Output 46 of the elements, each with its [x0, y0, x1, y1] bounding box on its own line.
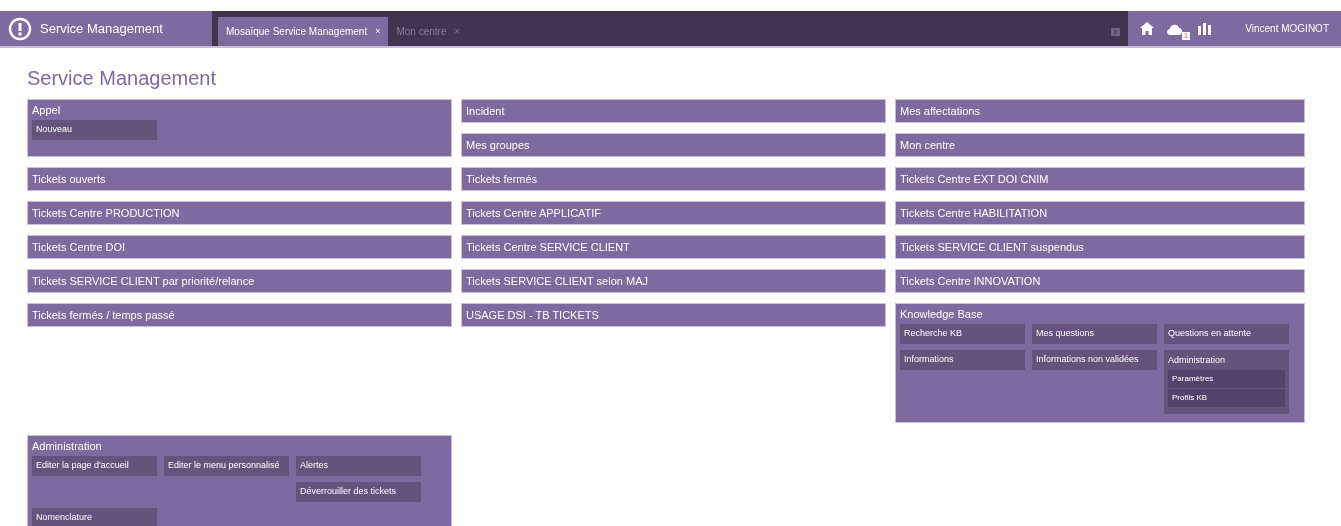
page-title: Service Management	[27, 66, 217, 91]
tile-link[interactable]: Tickets ouverts	[27, 167, 452, 191]
shortcut-link[interactable]: Questions en attente	[1164, 324, 1289, 344]
tab-label: Mosaïque Service Management	[226, 25, 368, 39]
tile-link[interactable]: Tickets SERVICE CLIENT selon MAJ	[461, 269, 886, 293]
subgroup-title: Administration	[1168, 354, 1227, 367]
tile-link[interactable]: Incident	[461, 99, 886, 123]
tab-close[interactable]: ×	[375, 24, 381, 39]
tab[interactable]: Mon centre ×	[388, 17, 468, 46]
user-name[interactable]: Vincent MOGINOT	[1245, 21, 1329, 36]
tab-label: Mon centre	[396, 25, 447, 39]
tile-link[interactable]: Mes groupes	[461, 133, 886, 157]
alert-logo-icon	[8, 16, 32, 41]
shortcut-link[interactable]: Informations non validées	[1032, 350, 1157, 370]
tile-link[interactable]: Tickets fermés / temps passé	[27, 303, 452, 327]
tile-link[interactable]: Tickets Centre DOI	[27, 235, 452, 259]
tile-link[interactable]: Tickets Centre PRODUCTION	[27, 201, 452, 225]
tile-link[interactable]: Tickets Centre INNOVATION	[895, 269, 1305, 293]
bar-chart-icon[interactable]	[1198, 22, 1211, 35]
tile-link[interactable]: Tickets Centre EXT DOI CNIM	[895, 167, 1305, 191]
tab[interactable]: Mosaïque Service Management ×	[218, 17, 389, 46]
shortcut-link[interactable]: Nouveau	[32, 120, 157, 140]
app-title: Service Management	[40, 19, 163, 38]
tab-close[interactable]: ×	[454, 24, 460, 39]
group-title: Appel	[32, 103, 62, 118]
tile-link[interactable]: Tickets SERVICE CLIENT suspendus	[895, 235, 1305, 259]
shortcut-link[interactable]: Nomenclature	[32, 507, 157, 526]
shortcut-link[interactable]: Déverrouiller des tickets	[296, 481, 421, 502]
tile-link[interactable]: Tickets fermés	[461, 167, 886, 191]
shortcut-link[interactable]: Paramètres	[1168, 369, 1285, 389]
tile-link[interactable]: Tickets SERVICE CLIENT par priorité/relance	[27, 269, 452, 293]
shortcut-link[interactable]: Editer la page d'accueil	[32, 455, 157, 476]
shortcut-link[interactable]: Alertes	[296, 455, 421, 476]
tile-link[interactable]: Mes affectations	[895, 99, 1305, 123]
group-title: Administration	[32, 438, 103, 454]
tile-link[interactable]: Mon centre	[895, 133, 1305, 157]
tile-link[interactable]: USAGE DSI - TB TICKETS	[461, 303, 886, 327]
shortcut-link[interactable]: Informations	[900, 350, 1025, 370]
shortcut-link[interactable]: Recherche KB	[900, 324, 1025, 344]
home-icon[interactable]	[1140, 22, 1154, 35]
group-title: Knowledge Base	[900, 307, 984, 322]
shortcut-link[interactable]: Editer le menu personnalisé	[164, 455, 289, 476]
tile-link[interactable]: Tickets Centre SERVICE CLIENT	[461, 235, 886, 259]
tile-link[interactable]: Tickets Centre HABILITATION	[895, 201, 1305, 225]
tile-link[interactable]: Tickets Centre APPLICATIF	[461, 201, 886, 225]
shortcut-link[interactable]: Mes questions	[1032, 324, 1157, 344]
